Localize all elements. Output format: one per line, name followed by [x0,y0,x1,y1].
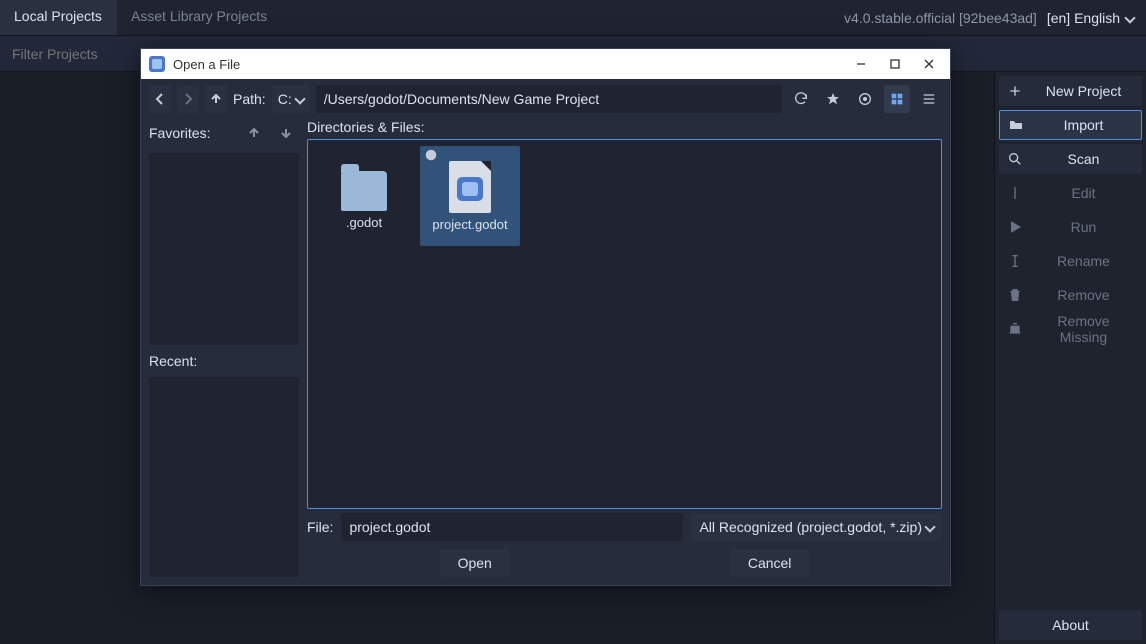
trash-icon [1007,287,1023,303]
cleanup-icon [1007,321,1023,337]
favorite-button[interactable] [820,85,846,113]
run-button[interactable]: Run [999,212,1142,242]
plus-icon [1007,83,1023,99]
file-tile-project[interactable]: project.godot [420,146,520,246]
nav-back-button[interactable] [149,85,171,113]
cancel-button[interactable]: Cancel [730,549,810,577]
remove-missing-label: Remove Missing [1033,313,1134,345]
recent-list[interactable] [149,377,299,577]
drive-selector[interactable]: C: [272,85,310,113]
file-filter-value: All Recognized (project.godot, *.zip) [699,519,922,535]
folder-icon [1008,117,1024,133]
scan-label: Scan [1033,151,1134,167]
file-browser-area[interactable]: .godot project.godot [307,139,942,509]
chevron-down-icon [924,521,935,532]
remove-button[interactable]: Remove [999,280,1142,310]
show-hidden-button[interactable] [852,85,878,113]
open-button[interactable]: Open [440,549,510,577]
new-project-button[interactable]: New Project [999,76,1142,106]
remove-missing-button[interactable]: Remove Missing [999,314,1142,344]
close-button[interactable] [916,53,942,75]
nav-forward-button[interactable] [177,85,199,113]
dialog-titlebar[interactable]: Open a File [141,49,950,79]
language-selector[interactable]: [en] English [1047,10,1134,26]
favorites-list[interactable] [149,153,299,345]
version-label: v4.0.stable.official [92bee43ad] [844,10,1037,26]
top-tab-bar: Local Projects Asset Library Projects v4… [0,0,1146,36]
dialog-left-panel: Favorites: Recent: [149,119,299,577]
godot-badge-icon [424,148,438,162]
file-name: .godot [346,215,382,230]
file-filter-selector[interactable]: All Recognized (project.godot, *.zip) [691,513,942,541]
about-button[interactable]: About [999,610,1142,640]
favorite-move-down-button[interactable] [273,119,299,147]
file-tile-folder[interactable]: .godot [314,146,414,246]
minimize-button[interactable] [848,53,874,75]
run-label: Run [1033,219,1134,235]
file-label: File: [307,519,333,535]
drive-value: C: [278,91,292,107]
grid-view-button[interactable] [884,85,910,113]
edit-icon [1007,185,1023,201]
favorite-move-up-button[interactable] [241,119,267,147]
language-value: [en] English [1047,10,1120,26]
nav-up-button[interactable] [205,85,227,113]
rename-label: Rename [1033,253,1134,269]
import-button[interactable]: Import [999,110,1142,140]
play-icon [1007,219,1023,235]
open-file-dialog: Open a File Path: C: Favorites: [140,48,951,586]
recent-label: Recent: [149,351,299,371]
dialog-right-panel: Directories & Files: .godot project.godo… [307,119,942,577]
path-input[interactable] [316,85,782,113]
remove-label: Remove [1033,287,1134,303]
maximize-button[interactable] [882,53,908,75]
rename-button[interactable]: Rename [999,246,1142,276]
file-name: project.godot [432,217,507,232]
edit-label: Edit [1033,185,1134,201]
folder-icon [341,171,387,211]
path-label: Path: [233,91,266,107]
directories-files-label: Directories & Files: [307,119,942,135]
file-row: File: All Recognized (project.godot, *.z… [307,513,942,541]
tab-local-projects[interactable]: Local Projects [0,0,117,35]
file-name-input[interactable] [341,513,683,541]
search-icon [1007,151,1023,167]
new-project-label: New Project [1033,83,1134,99]
tab-asset-library-projects[interactable]: Asset Library Projects [117,0,282,35]
godot-icon [149,56,165,72]
project-file-icon [449,161,491,213]
dialog-title: Open a File [173,57,840,72]
scan-button[interactable]: Scan [999,144,1142,174]
chevron-down-icon [1124,12,1135,23]
path-row: Path: C: [149,85,942,113]
import-label: Import [1034,117,1133,133]
refresh-button[interactable] [788,85,814,113]
favorites-label: Favorites: [149,125,210,141]
chevron-down-icon [294,93,305,104]
rename-icon [1007,253,1023,269]
edit-button[interactable]: Edit [999,178,1142,208]
list-view-button[interactable] [916,85,942,113]
project-sidebar: New Project Import Scan Edit Run Rename … [994,72,1146,644]
